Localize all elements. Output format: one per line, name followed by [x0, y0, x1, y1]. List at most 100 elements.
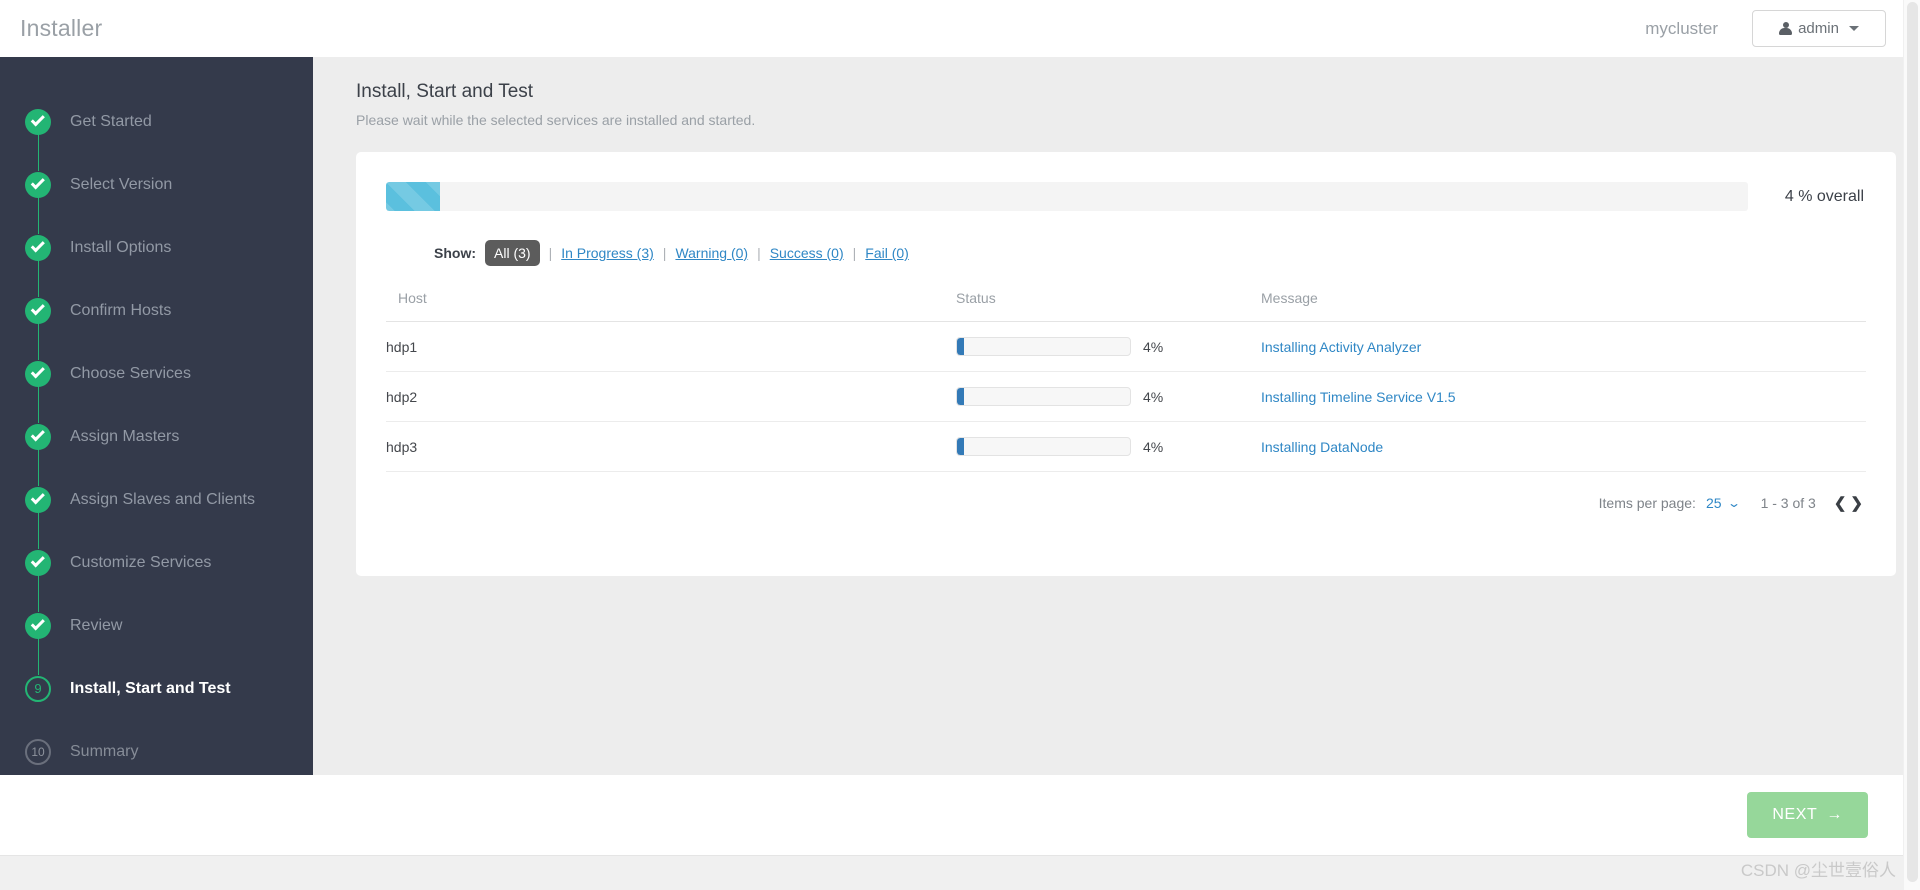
sidebar-step-label: Choose Services [70, 364, 191, 382]
filter-option-2[interactable]: In Progress (3) [561, 245, 654, 261]
table-row: hdp3 4% Installing DataNode [386, 421, 1866, 472]
check-glyph [30, 616, 45, 631]
sidebar-step-label: Review [70, 616, 123, 634]
check-glyph [30, 112, 45, 127]
row-progress-fill [957, 338, 964, 355]
sidebar-step-label: Summary [70, 742, 139, 760]
check-icon [25, 486, 51, 513]
overall-progress-track [386, 182, 1748, 211]
check-icon [25, 234, 51, 261]
check-icon [25, 549, 51, 576]
sidebar-step-label: Get Started [70, 112, 152, 130]
filter-separator: | [662, 245, 667, 261]
cell-host: hdp2 [386, 371, 956, 422]
hosts-table-header-row: Host Status Message [386, 290, 1866, 322]
cell-status: 4% [956, 321, 1261, 372]
message-link[interactable]: Installing DataNode [1261, 439, 1383, 455]
row-progress-fill [957, 438, 964, 455]
overall-progress-row: 4 % overall [386, 182, 1866, 211]
check-glyph [30, 490, 45, 505]
main-content: Install, Start and Test Please wait whil… [313, 57, 1903, 775]
filter-label: Show: [434, 245, 476, 261]
filter-separator: | [757, 245, 761, 261]
row-progress-track [956, 437, 1131, 456]
sidebar-step-4[interactable]: Confirm Hosts [0, 279, 313, 360]
chevron-right-icon[interactable]: ❯ [1850, 494, 1863, 512]
check-glyph [30, 364, 45, 379]
hosts-table: Host Status Message hdp1 4% Installing Act… [386, 290, 1866, 472]
scrollbar-thumb[interactable] [1907, 2, 1918, 882]
check-icon [25, 612, 51, 639]
column-header-host: Host [386, 290, 956, 322]
sidebar-step-label: Install Options [70, 238, 172, 256]
row-progress-fill [957, 388, 964, 405]
next-button[interactable]: NEXT → [1747, 792, 1868, 838]
check-icon [25, 108, 51, 135]
sidebar-step-3[interactable]: Install Options [0, 216, 313, 297]
table-row: hdp2 4% Installing Timeline Service V1.5 [386, 371, 1866, 422]
filter-option-1[interactable]: All (3) [485, 240, 540, 266]
message-link[interactable]: Installing Timeline Service V1.5 [1261, 389, 1456, 405]
chevron-left-icon[interactable]: ❮ [1834, 494, 1847, 512]
wizard-sidebar: Get Started Select Version Install Options… [0, 57, 313, 775]
row-progress-label: 4% [1143, 438, 1164, 455]
check-glyph [30, 301, 45, 316]
next-button-label: NEXT [1772, 806, 1818, 823]
overall-progress-label: 4 % overall [1784, 187, 1864, 205]
page-subtitle: Please wait while the selected services … [356, 112, 756, 128]
column-header-status: Status [956, 290, 1261, 322]
overall-progress-fill [386, 182, 441, 211]
pagination-range: 1 - 3 of 3 [1760, 495, 1816, 511]
sidebar-step-1[interactable]: Get Started [0, 90, 313, 171]
wizard-footer: NEXT → [0, 775, 1903, 855]
app-title: Installer [20, 15, 103, 41]
hosts-table-body: hdp1 4% Installing Activity Analyzer hdp2 4%… [386, 321, 1866, 472]
sidebar-step-5[interactable]: Choose Services [0, 342, 313, 423]
column-header-message: Message [1261, 290, 1866, 322]
sidebar-step-label: Select Version [70, 175, 173, 193]
sidebar-step-label: Assign Masters [70, 427, 180, 445]
filter-option-5[interactable]: Fail (0) [865, 245, 909, 261]
app-header: Installer mycluster admin [0, 0, 1903, 57]
message-link[interactable]: Installing Activity Analyzer [1261, 339, 1421, 355]
sidebar-step-2[interactable]: Select Version [0, 153, 313, 234]
step-number-badge: 9 [25, 675, 51, 702]
items-per-page-value[interactable]: 25 [1706, 495, 1722, 511]
filter-separator: | [852, 245, 857, 261]
user-menu-button[interactable]: admin [1752, 10, 1886, 47]
hosts-table-head: Host Status Message [386, 290, 1866, 322]
cell-message: Installing DataNode [1261, 421, 1866, 472]
bottom-strip [0, 855, 1903, 890]
sidebar-step-label: Confirm Hosts [70, 301, 172, 319]
row-progress: 4% [956, 387, 1261, 406]
step-number-badge: 10 [25, 738, 51, 765]
filter-option-4[interactable]: Success (0) [770, 245, 844, 261]
filter-option-3[interactable]: Warning (0) [675, 245, 748, 261]
vertical-scrollbar[interactable] [1903, 0, 1920, 890]
pagination: Items per page: 25 ⌄ 1 - 3 of 3 ❮ ❯ [386, 494, 1866, 512]
sidebar-step-label: Assign Slaves and Clients [70, 490, 255, 508]
cell-host: hdp1 [386, 321, 956, 372]
sidebar-step-10[interactable]: 9 Install, Start and Test [0, 657, 313, 720]
chevron-down-icon[interactable]: ⌄ [1727, 496, 1741, 510]
table-row: hdp1 4% Installing Activity Analyzer [386, 321, 1866, 372]
check-icon [25, 171, 51, 198]
check-glyph [30, 238, 45, 253]
cell-host: hdp3 [386, 421, 956, 472]
arrow-right-icon: → [1826, 806, 1843, 823]
row-progress-track [956, 337, 1131, 356]
watermark: CSDN @尘世壹俗人 [1740, 861, 1896, 880]
cell-message: Installing Activity Analyzer [1261, 321, 1866, 372]
header-right-group: mycluster admin [1645, 10, 1903, 47]
sidebar-step-9[interactable]: Review [0, 594, 313, 675]
sidebar-step-11[interactable]: 10 Summary [0, 720, 313, 783]
check-glyph [30, 175, 45, 190]
cell-message: Installing Timeline Service V1.5 [1261, 371, 1866, 422]
caret-down-icon [1848, 26, 1859, 31]
install-progress-card: 4 % overall Show: All (3) | In Progress (3… [356, 152, 1896, 576]
user-menu-label: admin [1798, 20, 1839, 37]
status-filter-row: Show: All (3) | In Progress (3) | Warning (0… [386, 240, 1866, 266]
sidebar-step-8[interactable]: Customize Services [0, 531, 313, 612]
sidebar-step-7[interactable]: Assign Slaves and Clients [0, 468, 313, 549]
sidebar-step-6[interactable]: Assign Masters [0, 405, 313, 486]
